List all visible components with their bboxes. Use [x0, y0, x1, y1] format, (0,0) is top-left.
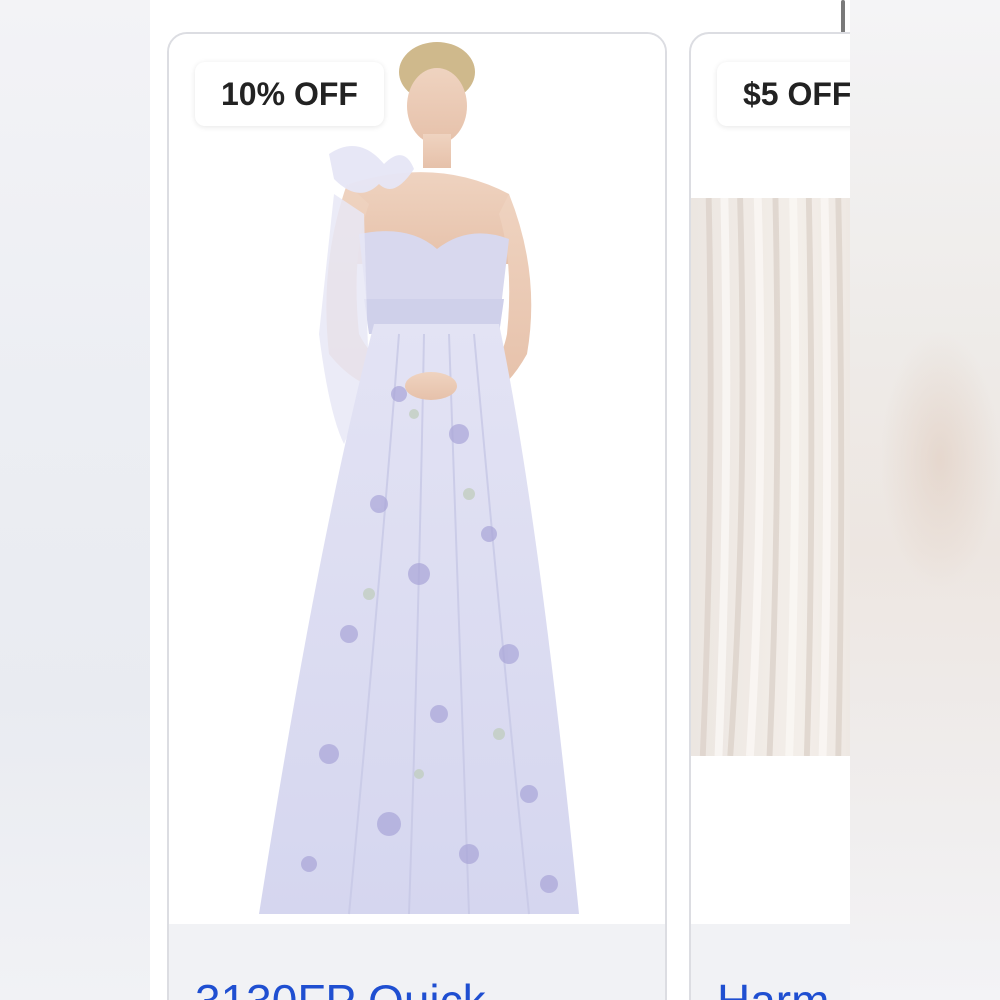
background-blur-right — [850, 0, 1000, 1000]
product-card[interactable]: $5 OFF — [689, 32, 850, 1000]
dress-photo — [259, 42, 579, 915]
product-image[interactable] — [169, 34, 665, 924]
product-image[interactable] — [691, 197, 850, 757]
discount-badge-text: $5 OFF — [743, 75, 850, 112]
discount-badge-text: 10% OFF — [221, 75, 358, 112]
product-carousel[interactable]: 10% OFF 3130FP Quick $5 OFF — [150, 0, 850, 1000]
discount-badge: 10% OFF — [195, 62, 384, 126]
background-blur-left — [0, 0, 150, 1000]
product-title-link[interactable]: Harm — [717, 974, 829, 1000]
product-card[interactable]: 10% OFF 3130FP Quick — [167, 32, 667, 1000]
product-title-link[interactable]: 3130FP Quick — [195, 974, 486, 1000]
discount-badge: $5 OFF — [717, 62, 850, 126]
curtain-photo — [691, 197, 850, 757]
